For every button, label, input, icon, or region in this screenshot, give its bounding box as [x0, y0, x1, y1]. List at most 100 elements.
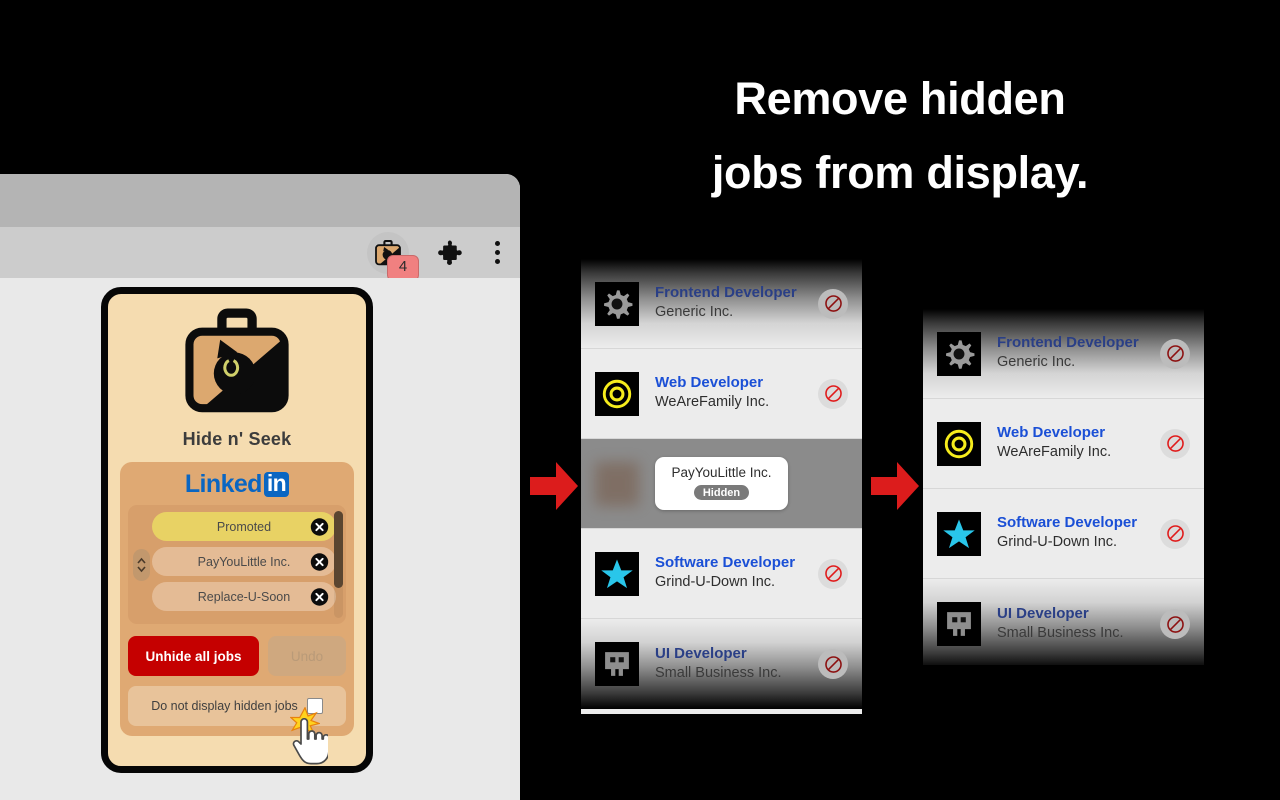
right-arrow-icon	[530, 462, 578, 510]
block-icon[interactable]	[1160, 609, 1190, 639]
popup-app-title: Hide n' Seek	[182, 429, 292, 449]
gear-glyph	[946, 339, 975, 369]
job-title[interactable]: UI Developer	[655, 645, 818, 664]
block-icon[interactable]	[818, 288, 848, 319]
block-icon[interactable]	[1160, 518, 1190, 549]
job-title[interactable]: Software Developer	[655, 554, 818, 573]
pointing-hand-cursor	[292, 718, 328, 765]
extensions-puzzle-icon[interactable]	[437, 238, 467, 268]
job-title[interactable]: Web Developer	[997, 424, 1160, 443]
block-glyph	[1166, 615, 1184, 633]
gear-icon	[595, 281, 639, 326]
kebab-dot	[495, 250, 500, 255]
job-row[interactable]: UI Developer Small Business Inc.	[923, 579, 1204, 665]
block-glyph	[824, 295, 842, 312]
job-row[interactable]: Frontend Developer Generic Inc.	[581, 259, 862, 349]
hidden-list-scrollbar[interactable]	[334, 511, 343, 618]
gear-glyph	[604, 289, 633, 319]
headline-line-1: Remove hidden	[734, 73, 1066, 124]
robot-face-icon	[937, 602, 981, 646]
job-row[interactable]: UI Developer Small Business Inc.	[581, 619, 862, 709]
hidden-entry-label: Promoted	[216, 519, 272, 534]
hidden-entry-promoted[interactable]: Promoted	[152, 512, 336, 541]
block-glyph	[1166, 525, 1184, 542]
job-list-after: Frontend Developer Generic Inc. Web Deve…	[923, 309, 1204, 665]
job-text: UI Developer Small Business Inc.	[997, 605, 1160, 643]
hidden-entry-replaceusoon[interactable]: Replace-U-Soon	[152, 582, 336, 611]
job-title[interactable]: Frontend Developer	[655, 284, 818, 303]
up-down-chevrons-icon[interactable]	[133, 548, 150, 581]
hidden-card-company: PayYouLittle Inc.	[671, 465, 772, 481]
preference-label: Do not display hidden jobs	[151, 699, 298, 713]
undo-button[interactable]: Undo	[268, 636, 346, 676]
close-circle-icon[interactable]	[310, 552, 329, 571]
target-rings-icon	[937, 421, 981, 466]
job-company: WeAreFamily Inc.	[997, 444, 1112, 461]
job-title[interactable]: Software Developer	[997, 514, 1160, 533]
block-icon[interactable]	[1160, 338, 1190, 369]
linkedin-logo: Linked in	[128, 470, 346, 505]
star-glyph	[943, 519, 975, 548]
close-circle-icon[interactable]	[310, 517, 329, 536]
extension-badge-count: 4	[387, 254, 419, 281]
job-row[interactable]: Web Developer WeAreFamily Inc.	[923, 399, 1204, 489]
status-badge: Hidden	[693, 485, 750, 501]
extension-popup: Hide n' Seek Linked in Promoted PayYouLi…	[101, 287, 373, 773]
job-row[interactable]: Web Developer WeAreFamily Inc.	[581, 349, 862, 439]
job-text: Software Developer Grind-U-Down Inc.	[655, 554, 818, 592]
block-icon[interactable]	[818, 649, 848, 679]
blurred-logo	[595, 461, 639, 506]
robot-face-icon	[595, 642, 639, 686]
job-company: Small Business Inc.	[997, 624, 1124, 641]
job-text: Software Developer Grind-U-Down Inc.	[997, 514, 1160, 552]
unhide-all-jobs-button[interactable]: Unhide all jobs	[128, 636, 259, 676]
job-company: WeAreFamily Inc.	[655, 394, 770, 411]
job-title[interactable]: Frontend Developer	[997, 334, 1160, 353]
job-title[interactable]: UI Developer	[997, 605, 1160, 624]
linkedin-wordmark: Linked	[184, 470, 263, 498]
job-text: Web Developer WeAreFamily Inc.	[655, 374, 818, 412]
right-arrow-icon	[871, 462, 919, 510]
kebab-dot	[495, 259, 500, 264]
screenshot-stage: Remove hidden jobs from display. 4 Hide …	[0, 0, 1280, 800]
block-glyph	[824, 565, 842, 582]
job-row-hidden[interactable]: PayYouLittle Inc. Hidden	[581, 439, 862, 529]
star-glyph	[601, 559, 633, 588]
job-row[interactable]: Software Developer Grind-U-Down Inc.	[581, 529, 862, 619]
kebab-dot	[495, 241, 500, 246]
scrollbar-thumb[interactable]	[334, 511, 343, 589]
briefcase-cat-icon	[185, 308, 289, 413]
block-icon[interactable]	[1160, 428, 1190, 459]
block-icon[interactable]	[818, 558, 848, 589]
hidden-entry-label: PayYouLittle Inc.	[197, 554, 291, 569]
job-row[interactable]: Frontend Developer Generic Inc.	[923, 309, 1204, 399]
job-title[interactable]: Web Developer	[655, 374, 818, 393]
block-glyph	[824, 385, 842, 402]
linkedin-in-badge: in	[263, 472, 290, 497]
job-company: Generic Inc.	[655, 304, 734, 321]
block-glyph	[1166, 435, 1184, 452]
extension-toolbar-button[interactable]: 4	[367, 231, 419, 281]
job-company: Grind-U-Down Inc.	[997, 534, 1118, 551]
kebab-menu-icon[interactable]	[495, 241, 500, 264]
job-list-before: Frontend Developer Generic Inc. Web Deve…	[581, 259, 862, 714]
hidden-entry-payyoulittle[interactable]: PayYouLittle Inc.	[152, 547, 336, 576]
gear-icon	[937, 331, 981, 376]
hidden-entry-label: Replace-U-Soon	[197, 589, 291, 604]
hidden-overlay-card: PayYouLittle Inc. Hidden	[655, 457, 788, 510]
site-section: Linked in Promoted PayYouLittle Inc. Rep…	[120, 462, 354, 736]
job-text: Frontend Developer Generic Inc.	[655, 284, 818, 322]
job-company: Generic Inc.	[997, 354, 1076, 371]
robot-face-glyph	[947, 612, 971, 636]
popup-button-row: Unhide all jobs Undo	[128, 636, 346, 676]
job-text: Frontend Developer Generic Inc.	[997, 334, 1160, 372]
chevron-up-down-glyph	[137, 557, 146, 572]
block-icon[interactable]	[818, 378, 848, 409]
close-circle-icon[interactable]	[310, 587, 329, 606]
job-company: Grind-U-Down Inc.	[655, 574, 776, 591]
job-text: Web Developer WeAreFamily Inc.	[997, 424, 1160, 462]
job-text: UI Developer Small Business Inc.	[655, 645, 818, 683]
job-row[interactable]: Software Developer Grind-U-Down Inc.	[923, 489, 1204, 579]
star-icon	[595, 551, 639, 596]
target-rings-glyph	[602, 379, 632, 408]
